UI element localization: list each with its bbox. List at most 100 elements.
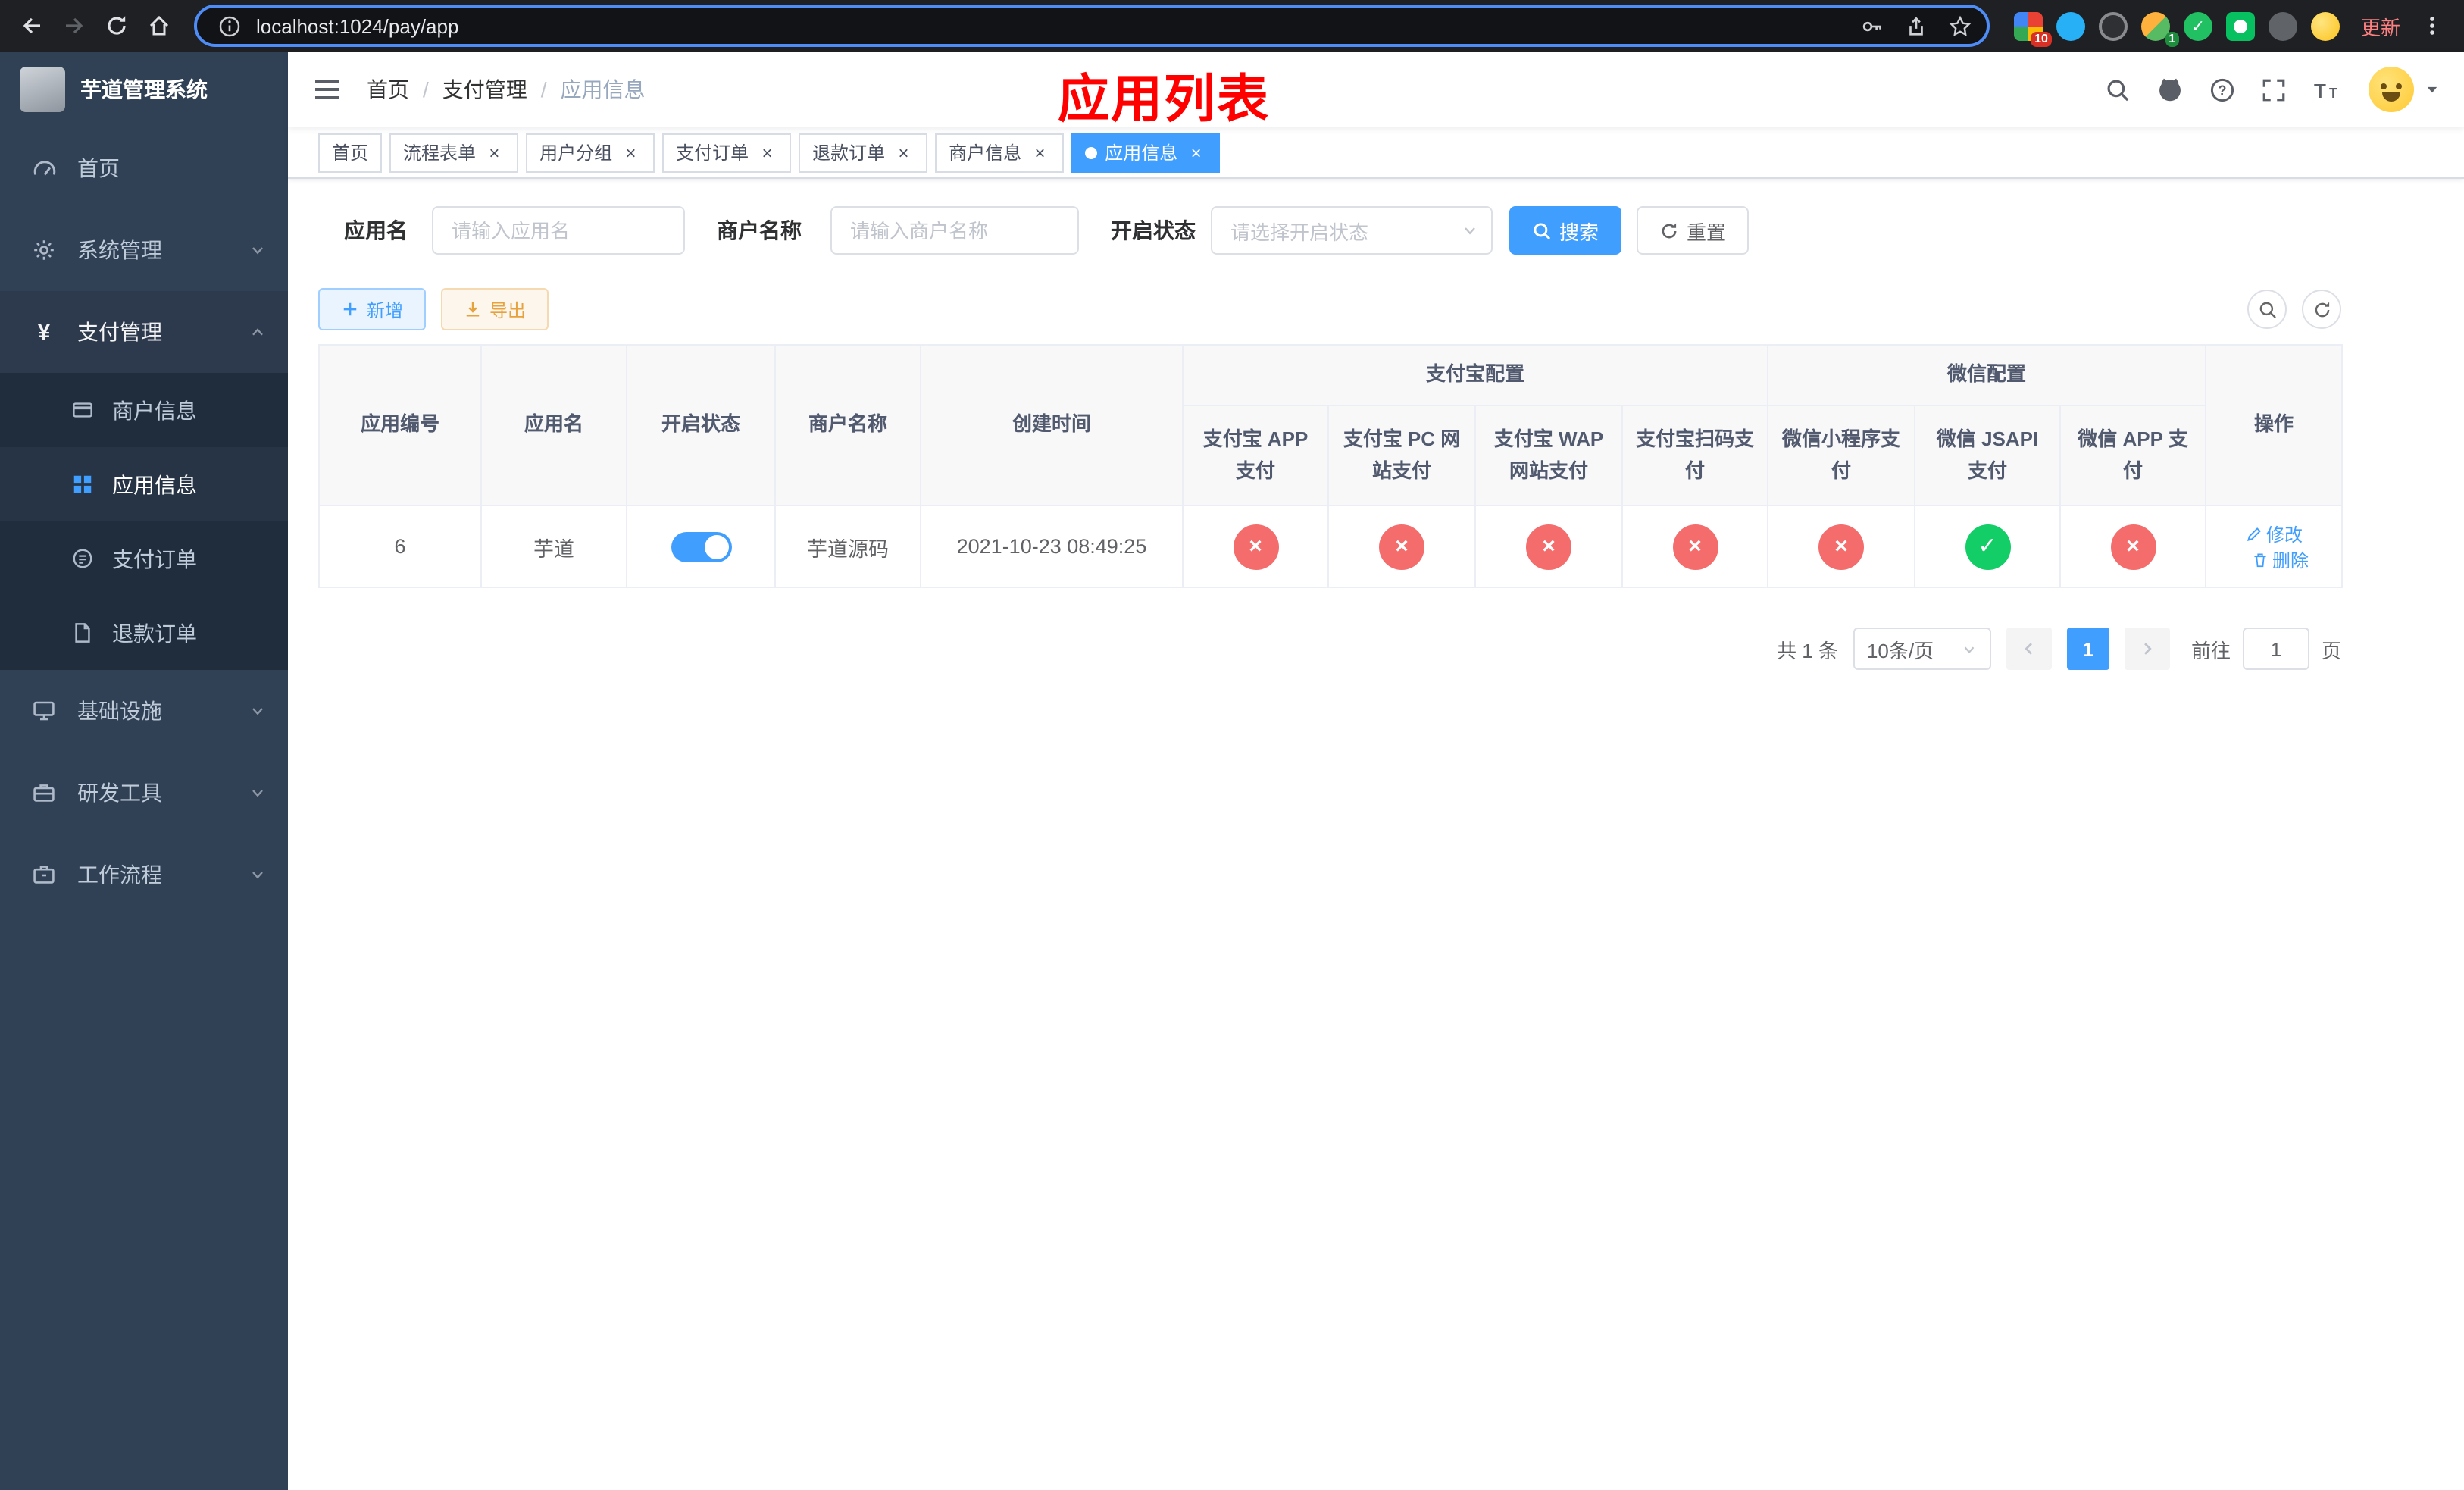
close-icon[interactable] [1185, 142, 1206, 163]
sidebar-item-infrastructure[interactable]: 基础设施 [0, 670, 288, 752]
font-size-button[interactable]: TT [2312, 77, 2343, 102]
bookmark-star-icon[interactable] [1944, 9, 1978, 42]
goto-page-input[interactable] [2242, 628, 2309, 670]
reload-button[interactable] [97, 6, 136, 45]
github-button[interactable] [2156, 76, 2184, 103]
browser-toolbar: localhost:1024/pay/app 10 1 更新 [0, 0, 2464, 52]
edit-pencil-icon [2247, 527, 2260, 540]
enabled-toggle[interactable] [671, 531, 731, 562]
cell-wx-jsapi: ✓ [1914, 505, 2062, 588]
close-icon[interactable] [756, 142, 777, 163]
sidebar-item-workflow[interactable]: 工作流程 [0, 834, 288, 916]
sidebar-logo[interactable]: 芋道管理系统 [0, 52, 288, 127]
profile-emoji-icon[interactable] [2310, 11, 2340, 40]
sidebar-item-payment[interactable]: ¥ 支付管理 [0, 291, 288, 373]
refresh-table-button[interactable] [2302, 290, 2341, 329]
tab-process-form[interactable]: 流程表单 [389, 133, 519, 172]
next-page-button[interactable] [2124, 628, 2170, 670]
reset-button[interactable]: 重置 [1637, 206, 1750, 255]
sidebar-item-refund-order[interactable]: 退款订单 [0, 596, 288, 670]
payment-config-status-icon: × [1818, 524, 1865, 569]
share-icon[interactable] [1900, 9, 1934, 42]
gear-icon [30, 238, 58, 262]
password-key-icon[interactable] [1856, 9, 1890, 42]
group-header-alipay: 支付宝配置 [1181, 344, 1769, 406]
help-button[interactable]: ? [2209, 77, 2235, 102]
export-button[interactable]: 导出 [441, 288, 549, 330]
close-icon[interactable] [893, 142, 914, 163]
prev-page-button[interactable] [2006, 628, 2052, 670]
forward-icon [66, 17, 83, 34]
tab-merchant-info[interactable]: 商户信息 [935, 133, 1065, 172]
forward-button[interactable] [55, 6, 94, 45]
search-button[interactable]: 搜索 [1509, 206, 1622, 255]
status-label: 开启状态 [1111, 218, 1196, 243]
sidebar-item-app-info[interactable]: 应用信息 [0, 447, 288, 521]
delete-link[interactable]: 删除 [2251, 546, 2309, 572]
col-header-merchant: 商户名称 [774, 344, 921, 506]
browser-menu-button[interactable] [2412, 6, 2452, 45]
close-icon[interactable] [483, 142, 505, 163]
close-icon[interactable] [1029, 142, 1050, 163]
address-bar[interactable]: localhost:1024/pay/app [194, 5, 1990, 47]
extension-icon-green-check[interactable] [2183, 11, 2212, 40]
tab-refund-order[interactable]: 退款订单 [799, 133, 928, 172]
toggle-knob [704, 534, 728, 559]
sidebar-item-merchant-info[interactable]: 商户信息 [0, 373, 288, 447]
back-button[interactable] [12, 6, 52, 45]
order-coin-icon [70, 547, 94, 570]
search-button[interactable] [2105, 77, 2131, 102]
add-button[interactable]: 新增 [318, 288, 427, 330]
breadcrumb-current: 应用信息 [560, 77, 646, 102]
page-annotation-title: 应用列表 [1058, 71, 1270, 129]
status-select[interactable]: 请选择开启状态 [1211, 206, 1493, 255]
close-icon[interactable] [620, 142, 641, 163]
breadcrumb-payment[interactable]: 支付管理 [442, 74, 527, 105]
extension-icon-dark[interactable] [2098, 11, 2128, 40]
extension-icon-grid[interactable]: 10 [2013, 11, 2052, 46]
tab-pay-order[interactable]: 支付订单 [662, 133, 792, 172]
edit-link[interactable]: 修改 [2245, 521, 2303, 546]
site-info-icon[interactable] [212, 9, 245, 42]
cell-app-id: 6 [318, 505, 482, 588]
sidebar: 芋道管理系统 首页 系统管理 ¥ 支付管理 商户信息 应用信息 支付订单 退款订… [0, 52, 288, 1490]
tab-home[interactable]: 首页 [318, 133, 383, 172]
svg-text:T: T [2329, 85, 2337, 100]
document-icon [70, 621, 94, 644]
svg-text:T: T [2314, 79, 2326, 102]
app-name-input[interactable] [432, 206, 685, 255]
chevron-down-icon [1465, 227, 1475, 235]
extension-badge: 10 [2031, 31, 2052, 46]
sidebar-item-home[interactable]: 首页 [0, 127, 288, 209]
home-button[interactable] [139, 6, 179, 45]
url-text[interactable]: localhost:1024/pay/app [256, 14, 1846, 37]
sidebar-toggle-button[interactable] [312, 74, 342, 105]
sidebar-item-pay-order[interactable]: 支付订单 [0, 521, 288, 596]
extensions-puzzle-icon[interactable] [2268, 11, 2297, 40]
col-header-wx-jsapi: 微信 JSAPI 支付 [1914, 405, 2062, 506]
user-menu[interactable] [2369, 67, 2440, 112]
breadcrumb-home[interactable]: 首页 [367, 74, 409, 105]
extension-icon-avatar[interactable]: 1 [2140, 11, 2179, 46]
fullscreen-button[interactable] [2261, 77, 2287, 102]
download-icon [466, 302, 480, 317]
merchant-name-input[interactable] [830, 206, 1079, 255]
extension-icon-blue[interactable] [2056, 11, 2085, 40]
payment-config-status-icon: × [1526, 524, 1571, 569]
page-number-button[interactable]: 1 [2066, 628, 2109, 670]
toggle-search-button[interactable] [2247, 290, 2287, 329]
search-form: 应用名 商户名称 开启状态 请选择开启状态 搜索 重置 [344, 206, 2341, 255]
col-header-app-id: 应用编号 [318, 344, 482, 506]
tab-app-info[interactable]: 应用信息 [1071, 133, 1221, 172]
cell-alipay-app: × [1182, 505, 1329, 588]
extension-icon-green-square[interactable] [2225, 11, 2255, 40]
page-size-select[interactable]: 10条/页 [1853, 628, 1991, 670]
sidebar-item-dev-tools[interactable]: 研发工具 [0, 752, 288, 834]
dashboard-icon [30, 155, 58, 181]
sidebar-item-system[interactable]: 系统管理 [0, 209, 288, 291]
tab-user-group[interactable]: 用户分组 [526, 133, 655, 172]
refresh-icon [2314, 301, 2329, 317]
payment-config-status-icon: ✓ [1965, 524, 2011, 569]
browser-update-button[interactable]: 更新 [2352, 11, 2409, 40]
col-header-alipay-pc: 支付宝 PC 网站支付 [1327, 405, 1476, 506]
